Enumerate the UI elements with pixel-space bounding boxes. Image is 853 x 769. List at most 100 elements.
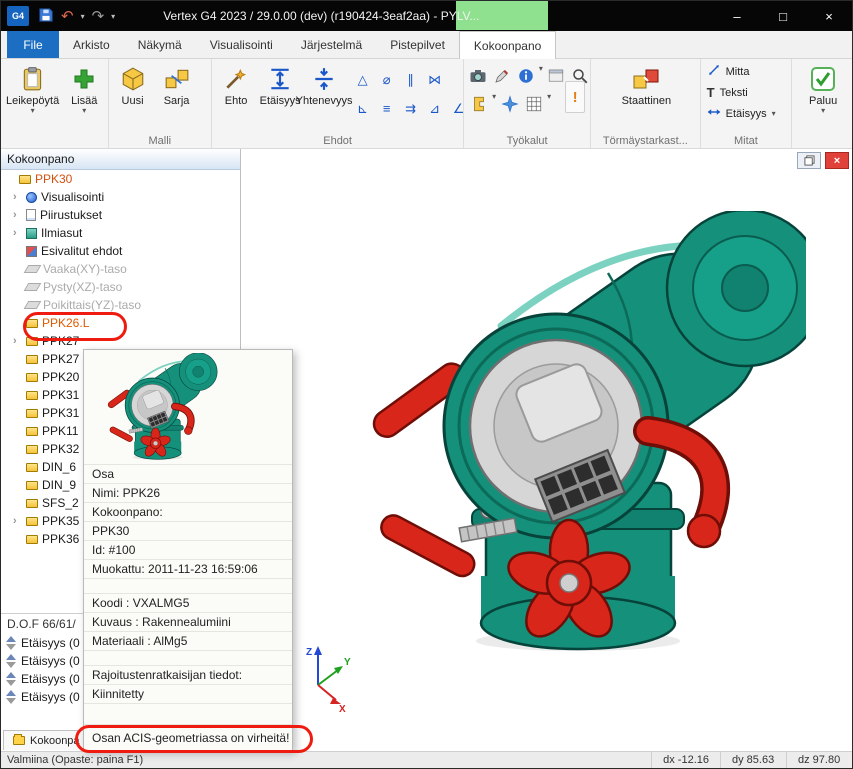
ribbon-group-tormaystarkastelu: Staattinen Törmäystarkast... xyxy=(591,59,701,148)
part-icon xyxy=(26,409,38,418)
expander-icon[interactable] xyxy=(13,192,22,203)
dropdown-caret-icon: ▾ xyxy=(821,107,825,114)
close-button[interactable]: × xyxy=(806,1,852,31)
tab-nakyma[interactable]: Näkymä xyxy=(124,31,196,58)
tooltip-row-description: Kuvaus : Rakennealumiini xyxy=(84,612,292,631)
views-icon xyxy=(26,228,37,239)
tree-item-piirustukset[interactable]: Piirustukset xyxy=(1,206,240,224)
dropdown-caret-icon: ▾ xyxy=(772,110,776,117)
tree-item-xy-plane[interactable]: Vaaka(XY)-taso xyxy=(1,260,240,278)
tree-item-ppk27a[interactable]: PPK27 xyxy=(1,332,240,350)
expander-icon[interactable] xyxy=(13,516,22,527)
expander-icon[interactable] xyxy=(13,336,22,347)
visualization-icon xyxy=(26,192,37,203)
triangle-constraint-icon[interactable]: △ xyxy=(352,69,373,90)
grid-dropdown-caret-icon[interactable]: ▾ xyxy=(547,93,551,114)
app-logo[interactable]: G4 xyxy=(7,6,29,26)
tree-item-esivalitut-ehdot[interactable]: Esivalitut ehdot xyxy=(1,242,240,260)
tree-item-ppk30[interactable]: PPK30 xyxy=(1,170,240,188)
part-icon xyxy=(26,499,38,508)
maximize-button[interactable]: □ xyxy=(760,1,806,31)
part-icon xyxy=(26,355,38,364)
3d-viewport[interactable]: × xyxy=(242,149,852,751)
window-title: Vertex G4 2023 / 29.0.00 (dev) (r190424-… xyxy=(163,9,479,23)
tree-item-ppk26l[interactable]: PPK26.L xyxy=(1,314,240,332)
undo-dropdown-caret-icon[interactable]: ▾ xyxy=(81,12,85,21)
perpendicular-constraint-icon[interactable]: ⊿ xyxy=(424,98,445,119)
distance-measure-button[interactable]: Etäisyys ▾ xyxy=(701,103,792,124)
minimize-button[interactable]: – xyxy=(714,1,760,31)
plane-icon xyxy=(24,301,42,309)
measure-icon xyxy=(707,63,721,80)
effects-star-icon[interactable] xyxy=(499,93,520,114)
panel-bottom-tab[interactable]: Kokoonpa xyxy=(3,730,90,750)
collinear-constraint-icon[interactable]: ⇉ xyxy=(400,98,421,119)
measure-button[interactable]: Mitta xyxy=(701,61,792,82)
green-check-icon xyxy=(808,64,838,94)
ribbon-group-clipboard: Leikepöytä ▾ Lisää ▾ xyxy=(1,59,109,148)
grid-tool-icon[interactable] xyxy=(523,93,544,114)
tab-visualisointi[interactable]: Visualisointi xyxy=(196,31,287,58)
valve-3d-model[interactable] xyxy=(336,211,806,656)
add-button[interactable]: Lisää ▾ xyxy=(62,61,106,115)
tooltip-row-type: Osa xyxy=(84,464,292,483)
part-info-tooltip: Osa Nimi: PPK26 Kokoonpano: PPK30 Id: #1… xyxy=(83,349,293,751)
color-picker-icon[interactable] xyxy=(492,65,513,86)
render-camera-icon[interactable] xyxy=(468,65,489,86)
diameter-constraint-icon[interactable]: ⌀ xyxy=(376,69,397,90)
part-icon xyxy=(26,517,38,526)
parallel-constraint-icon[interactable]: ∥ xyxy=(400,69,421,90)
save-icon[interactable] xyxy=(38,7,54,26)
expander-icon[interactable] xyxy=(13,228,22,239)
clamp-dropdown-caret-icon[interactable]: ▾ xyxy=(492,93,496,114)
tree-item-yz-plane[interactable]: Poikittais(YZ)-taso xyxy=(1,296,240,314)
tooltip-row-material: Materiaali : AlMg5 xyxy=(84,631,292,650)
restore-window-button[interactable] xyxy=(797,152,821,169)
clamp-tool-icon[interactable] xyxy=(468,93,489,114)
warning-button[interactable]: ! xyxy=(565,81,585,113)
distance-constraint-icon xyxy=(6,672,16,686)
return-button[interactable]: Paluu ▾ xyxy=(801,61,845,115)
part-icon xyxy=(26,373,38,382)
text-button[interactable]: T Teksti xyxy=(701,82,792,103)
angle-right-constraint-icon[interactable]: ⊾ xyxy=(352,98,373,119)
plane-icon xyxy=(24,265,42,273)
titlebar: G4 ↶ ▾ ↷ ▾ Vertex G4 2023 / 29.0.00 (dev… xyxy=(1,1,852,31)
coincidence-button[interactable]: Yhtenevyys xyxy=(302,61,346,108)
tree-item-ilmiasut[interactable]: Ilmiasut xyxy=(1,224,240,242)
tree-item-visualisointi[interactable]: Visualisointi xyxy=(1,188,240,206)
static-collision-button[interactable]: Staattinen xyxy=(619,61,675,108)
tab-pistepilvet[interactable]: Pistepilvet xyxy=(376,31,459,58)
equal-constraint-icon[interactable]: ≡ xyxy=(376,98,397,119)
paste-button[interactable]: Leikepöytä ▾ xyxy=(3,61,62,115)
tab-arkisto[interactable]: Arkisto xyxy=(59,31,124,58)
window-tool-icon[interactable] xyxy=(546,65,567,86)
series-button[interactable]: Sarja xyxy=(155,61,199,108)
undo-icon[interactable]: ↶ xyxy=(61,9,74,24)
tree-item-xz-plane[interactable]: Pysty(XZ)-taso xyxy=(1,278,240,296)
distance-constraint-icon xyxy=(6,654,16,668)
tooltip-row-assembly-label: Kokoonpano: xyxy=(84,502,292,521)
group-label-malli: Malli xyxy=(109,135,212,147)
ribbon-group-tyokalut: ▾ ▾ ▾ ! Työkalut xyxy=(464,59,591,148)
tooltip-row-code: Koodi : VXALMG5 xyxy=(84,593,292,612)
info-icon[interactable] xyxy=(515,65,536,86)
statusbar: Valmiina (Opaste: paina F1) dx -12.16 dy… xyxy=(1,751,852,768)
tooltip-row-name: Nimi: PPK26 xyxy=(84,483,292,502)
tab-jarjestelma[interactable]: Järjestelmä xyxy=(287,31,376,58)
qat-dropdown-caret-icon[interactable]: ▾ xyxy=(111,12,115,21)
tab-file[interactable]: File xyxy=(7,31,59,58)
tab-kokoonpano[interactable]: Kokoonpano xyxy=(459,31,556,59)
expander-icon[interactable] xyxy=(13,210,22,221)
constraint-button[interactable]: Ehto xyxy=(214,61,258,108)
close-document-button[interactable]: × xyxy=(825,152,849,169)
info-dropdown-caret-icon[interactable]: ▾ xyxy=(539,65,543,86)
symmetry-constraint-icon[interactable]: ⋈ xyxy=(424,69,445,90)
redo-icon[interactable]: ↷ xyxy=(92,9,105,24)
distance-icon xyxy=(265,64,295,94)
new-part-button[interactable]: Uusi xyxy=(111,61,155,108)
part-icon xyxy=(26,337,38,346)
distance-constraint-icon xyxy=(6,636,16,650)
status-message: Valmiina (Opaste: paina F1) xyxy=(1,754,143,766)
ribbon: Leikepöytä ▾ Lisää ▾ Uusi Sarja xyxy=(1,59,852,149)
